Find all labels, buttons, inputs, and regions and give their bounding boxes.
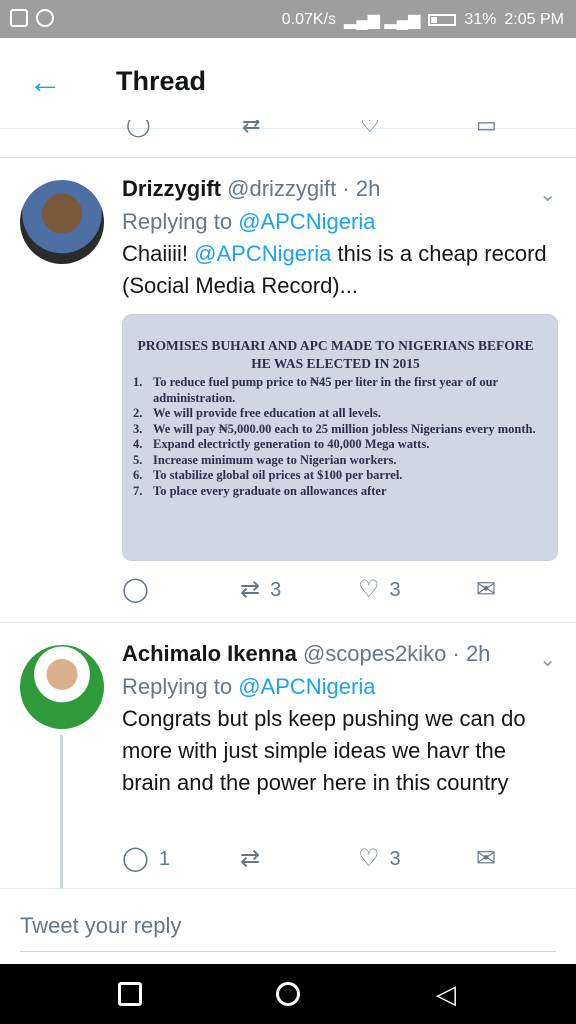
chevron-down-icon[interactable]: ⌄ xyxy=(539,647,556,672)
retweet-button[interactable]: ⇄ 3 xyxy=(240,576,281,604)
list-item: 2. We will provide free education at all … xyxy=(133,406,381,420)
retweet-icon: ⇄ xyxy=(240,845,261,872)
tweet-actions: ◯ 1 ⇄ ♡ 3 ✉ xyxy=(122,845,502,875)
user-name[interactable]: Achimalo Ikenna xyxy=(122,641,297,666)
retweet-count: 3 xyxy=(270,578,282,601)
document-image: PROMISES BUHARI AND APC MADE TO NIGERIAN… xyxy=(133,337,538,499)
share-icon[interactable]: ▭ xyxy=(476,120,497,138)
avatar[interactable] xyxy=(20,645,104,729)
share-icon: ✉ xyxy=(476,576,497,603)
replying-label: Replying to xyxy=(122,674,239,699)
like-icon: ♡ xyxy=(358,576,380,603)
like-count: 3 xyxy=(389,578,401,601)
reply-button[interactable]: ◯ 1 xyxy=(122,845,170,873)
like-icon: ♡ xyxy=(358,845,380,872)
navigation-bar: ◁ xyxy=(0,964,576,1024)
list-item: 6. To stabilize global oil prices at $100… xyxy=(133,468,403,482)
reply-button[interactable]: ◯ xyxy=(122,576,159,604)
document-list: 1. To reduce fuel pump price to ₦45 per l… xyxy=(133,375,538,499)
whatsapp-icon xyxy=(36,9,54,27)
reply-icon: ◯ xyxy=(122,845,149,872)
thread-connector xyxy=(60,735,63,888)
page-title: Thread xyxy=(116,66,207,96)
user-handle[interactable]: @scopes2kiko xyxy=(303,641,446,666)
previous-tweet-actions: ◯ ⇄ ♡ ▭ xyxy=(0,120,576,138)
reply-input[interactable]: Tweet your reply xyxy=(20,913,181,939)
tweet-text: Congrats but pls keep pushing we can do … xyxy=(122,706,526,795)
tweet-actions: ◯ ⇄ 3 ♡ 3 ✉ xyxy=(122,576,502,606)
like-button[interactable]: ♡ 3 xyxy=(358,576,401,604)
retweet-icon: ⇄ xyxy=(240,576,261,603)
retweet-icon[interactable]: ⇄ xyxy=(242,120,260,138)
reply-count: 1 xyxy=(158,847,170,870)
back-arrow-icon[interactable]: ← xyxy=(28,64,62,100)
tweet-text: Chaiiii! @APCNigeria this is a cheap rec… xyxy=(122,238,556,302)
share-button[interactable]: ✉ xyxy=(476,845,496,873)
tweet-image[interactable]: PROMISES BUHARI AND APC MADE TO NIGERIAN… xyxy=(122,314,558,561)
battery-level: 31% xyxy=(464,11,497,28)
back-icon[interactable]: ◁ xyxy=(436,981,460,1007)
user-handle[interactable]: @drizzygift xyxy=(227,176,336,201)
list-item: 3. We will pay ₦5,000.00 each to 25 milli… xyxy=(133,421,536,436)
list-item: 1. To reduce fuel pump price to ₦45 per l… xyxy=(133,375,498,405)
list-item: 7. To place every graduate on allowances … xyxy=(133,483,387,498)
like-button[interactable]: ♡ 3 xyxy=(358,845,401,873)
status-bar: 0.07K/s ▂▄▆ ▂▄▆ 31% 2:05 PM xyxy=(0,0,576,38)
signal-icon: ▂▄▆ ▂▄▆ xyxy=(344,12,421,29)
input-underline xyxy=(20,951,556,952)
mention-link[interactable]: @APCNigeria xyxy=(238,209,375,234)
tweet-time: · 2h xyxy=(342,176,381,201)
share-button[interactable]: ✉ xyxy=(476,576,496,604)
reply-icon: ◯ xyxy=(122,576,149,603)
image-icon xyxy=(10,9,28,27)
avatar[interactable] xyxy=(20,180,104,264)
retweet-button[interactable]: ⇄ xyxy=(240,845,270,873)
mention-link[interactable]: @APCNigeria xyxy=(238,674,375,699)
list-item: 5. Increase minimum wage to Nigerian work… xyxy=(133,452,397,467)
document-title: PROMISES BUHARI AND APC MADE TO NIGERIAN… xyxy=(137,338,534,371)
replying-to: Replying to @APCNigeria xyxy=(122,206,556,238)
tweet-time: · 2h xyxy=(452,641,491,666)
like-count: 3 xyxy=(389,847,401,870)
tweet-text-start: Chaiiii! xyxy=(122,241,195,266)
reply-icon[interactable]: ◯ xyxy=(126,120,151,138)
app-bar: ← Thread xyxy=(0,38,576,129)
battery-icon xyxy=(428,14,457,26)
tweet[interactable]: Achimalo Ikenna @scopes2kiko · 2h Replyi… xyxy=(0,623,576,888)
mention-link[interactable]: @APCNigeria xyxy=(194,241,331,266)
reply-composer[interactable]: Tweet your reply xyxy=(0,888,576,965)
like-icon[interactable]: ♡ xyxy=(360,120,380,138)
list-item: 4. Expand electrictly generation to 40,00… xyxy=(133,437,430,451)
replying-label: Replying to xyxy=(122,209,239,234)
replying-to: Replying to @APCNigeria xyxy=(122,671,556,703)
network-speed: 0.07K/s xyxy=(281,11,337,28)
clock: 2:05 PM xyxy=(504,11,564,28)
share-icon: ✉ xyxy=(476,845,497,872)
tweet[interactable]: Drizzygift @drizzygift · 2h Replying to … xyxy=(0,158,576,622)
home-icon[interactable] xyxy=(276,982,300,1006)
user-name[interactable]: Drizzygift xyxy=(122,176,221,201)
recent-apps-icon[interactable] xyxy=(118,982,142,1006)
chevron-down-icon[interactable]: ⌄ xyxy=(539,182,556,207)
